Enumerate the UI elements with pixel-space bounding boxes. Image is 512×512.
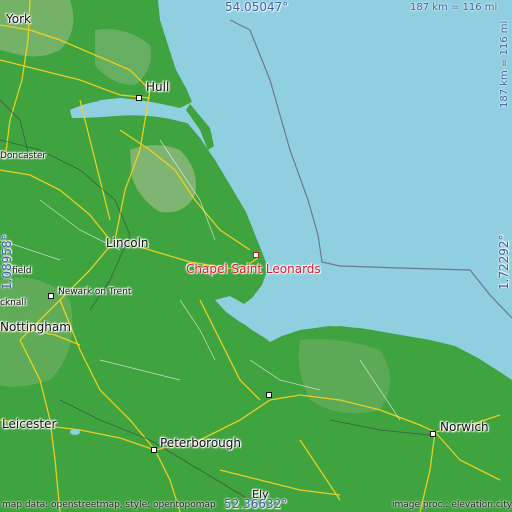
city-york[interactable]: York [6, 12, 31, 26]
attribution-map-data: map data: openstreetmap, style: opentopo… [2, 500, 216, 510]
city-cknall[interactable]: cknall [0, 298, 26, 308]
city-leicester[interactable]: Leicester [2, 417, 56, 431]
city-peterborough[interactable]: Peterborough [160, 436, 241, 450]
topographic-map[interactable]: York Hull Doncaster Lincoln Newark on Tr… [0, 0, 512, 512]
north-coordinate: 54.05047° [225, 0, 289, 14]
west-coordinate: 1.08958° [0, 234, 14, 290]
city-hull[interactable]: Hull [146, 80, 169, 94]
norwich-marker [430, 431, 436, 437]
newark-marker [48, 293, 54, 299]
target-location-label[interactable]: Chapel Saint Leonards [186, 262, 321, 276]
city-field[interactable]: field [12, 266, 31, 276]
city-newark[interactable]: Newark on Trent [58, 287, 131, 297]
scale-top: 187 km = 116 mi [410, 2, 498, 13]
city-lincoln[interactable]: Lincoln [106, 236, 149, 250]
hull-marker [136, 95, 142, 101]
city-doncaster[interactable]: Doncaster [0, 151, 46, 161]
city-norwich[interactable]: Norwich [440, 420, 489, 434]
target-marker [253, 252, 259, 258]
east-coordinate: 1.72292° [497, 234, 511, 290]
peterborough-marker [151, 447, 157, 453]
rutland-water [70, 429, 80, 435]
attribution-image-proc: image proc.: elevation.city [392, 500, 512, 510]
scale-right: 187 km = 116 mi [499, 20, 510, 108]
south-coordinate: 52.36632° [224, 497, 288, 511]
kings-lynn-marker [266, 392, 272, 398]
city-nottingham[interactable]: Nottingham [0, 320, 71, 334]
